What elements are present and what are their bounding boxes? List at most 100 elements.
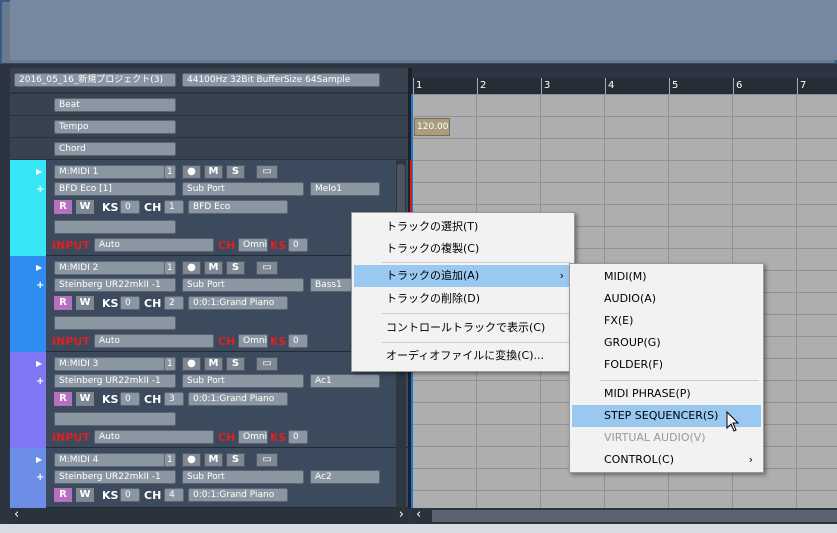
input-ks-value[interactable]: 0 <box>288 430 308 444</box>
scroll-left-icon[interactable]: ‹ <box>14 508 19 522</box>
write-button[interactable]: W <box>76 200 94 214</box>
submenu-folder[interactable]: FOLDER(F) <box>572 354 761 376</box>
submenu-control[interactable]: CONTROL(C) › <box>572 449 761 471</box>
track-midi-4[interactable]: ▶ + M:MIDI 4 1 ● M S ▭ Steinberg UR22mkI… <box>10 448 408 508</box>
track-port[interactable]: Sub Port <box>182 278 304 292</box>
mute-button[interactable]: M <box>204 357 223 371</box>
submenu-fx[interactable]: FX(E) <box>572 310 761 332</box>
track-device[interactable]: Steinberg UR22mkII -1 <box>54 374 176 388</box>
solo-button[interactable]: S <box>226 261 245 275</box>
timeline-ruler[interactable]: 1 2 3 4 5 6 7 <box>412 78 837 94</box>
ks-value[interactable]: 0 <box>120 488 140 502</box>
track-port[interactable]: Sub Port <box>182 374 304 388</box>
track-port[interactable]: Sub Port <box>182 182 304 196</box>
track-comment[interactable] <box>54 316 176 330</box>
menu-convert-audio[interactable]: オーディオファイルに変換(C)... <box>354 345 572 367</box>
ch-value[interactable]: 2 <box>164 296 184 310</box>
input-source[interactable]: Auto <box>94 334 214 348</box>
input-ks-value[interactable]: 0 <box>288 238 308 252</box>
mute-button[interactable]: M <box>204 165 223 179</box>
scroll-right-icon[interactable]: › <box>399 508 404 522</box>
audio-info[interactable]: 44100Hz 32Bit BufferSize 64Sample <box>182 73 380 87</box>
mute-button[interactable]: M <box>204 261 223 275</box>
record-button[interactable]: ● <box>182 357 201 371</box>
submenu-midi-phrase[interactable]: MIDI PHRASE(P) <box>572 383 761 405</box>
read-button[interactable]: R <box>54 392 72 406</box>
scroll-left-icon[interactable]: ‹ <box>416 508 421 522</box>
menu-show-control-track[interactable]: コントロールトラックで表示(C) <box>354 317 572 339</box>
input-source[interactable]: Auto <box>94 238 214 252</box>
omni-value[interactable]: Omni <box>238 334 268 348</box>
mute-button[interactable]: M <box>204 453 223 467</box>
write-button[interactable]: W <box>76 392 94 406</box>
read-button[interactable]: R <box>54 200 72 214</box>
menu-select-track[interactable]: トラックの選択(T) <box>354 216 572 238</box>
ch-value[interactable]: 4 <box>164 488 184 502</box>
expand-icon[interactable]: ▶ <box>36 167 42 176</box>
add-icon[interactable]: + <box>36 184 44 195</box>
record-button[interactable]: ● <box>182 453 201 467</box>
track-port[interactable]: Sub Port <box>182 470 304 484</box>
menu-add-track[interactable]: トラックの追加(A) › <box>354 265 572 287</box>
track-midi-1[interactable]: ▶ + M:MIDI 1 1 ● M S ▭ BFD Eco [1] Sub P… <box>10 160 408 256</box>
track-name[interactable]: M:MIDI 2 <box>54 261 166 275</box>
track-device[interactable]: BFD Eco [1] <box>54 182 176 196</box>
program-name[interactable]: 0:0:1:Grand Piano <box>188 296 288 310</box>
monitor-icon[interactable]: ▭ <box>256 165 278 179</box>
track-name[interactable]: M:MIDI 3 <box>54 357 166 371</box>
track-midi-2[interactable]: ▶ + M:MIDI 2 1 ● M S ▭ Steinberg UR22mkI… <box>10 256 408 352</box>
track-slot[interactable]: Ac2 <box>310 470 380 484</box>
track-midi-3[interactable]: ▶ + M:MIDI 3 1 ● M S ▭ Steinberg UR22mkI… <box>10 352 408 448</box>
ch-value[interactable]: 1 <box>164 200 184 214</box>
ks-value[interactable]: 0 <box>120 296 140 310</box>
left-horizontal-scrollbar[interactable]: ‹ › <box>10 508 408 524</box>
ch-value[interactable]: 3 <box>164 392 184 406</box>
control-track-tempo[interactable]: Tempo <box>10 116 408 138</box>
track-name[interactable]: M:MIDI 4 <box>54 453 166 467</box>
add-icon[interactable]: + <box>36 376 44 387</box>
input-ks-value[interactable]: 0 <box>288 334 308 348</box>
solo-button[interactable]: S <box>226 165 245 179</box>
record-button[interactable]: ● <box>182 165 201 179</box>
ks-value[interactable]: 0 <box>120 392 140 406</box>
omni-value[interactable]: Omni <box>238 238 268 252</box>
read-button[interactable]: R <box>54 296 72 310</box>
omni-value[interactable]: Omni <box>238 430 268 444</box>
track-slot[interactable]: Melo1 <box>310 182 380 196</box>
track-device[interactable]: Steinberg UR22mkII -1 <box>54 470 176 484</box>
solo-button[interactable]: S <box>226 453 245 467</box>
submenu-audio[interactable]: AUDIO(A) <box>572 288 761 310</box>
submenu-group[interactable]: GROUP(G) <box>572 332 761 354</box>
program-name[interactable]: BFD Eco <box>188 200 288 214</box>
program-name[interactable]: 0:0:1:Grand Piano <box>188 488 288 502</box>
project-name[interactable]: 2016_05_16_新規プロジェクト(3) <box>14 73 176 87</box>
add-icon[interactable]: + <box>36 472 44 483</box>
control-track-beat[interactable]: Beat <box>10 94 408 116</box>
submenu-midi[interactable]: MIDI(M) <box>572 266 761 288</box>
add-icon[interactable]: + <box>36 280 44 291</box>
menu-delete-track[interactable]: トラックの削除(D) <box>354 288 572 310</box>
control-track-chord[interactable]: Chord <box>10 138 408 160</box>
monitor-icon[interactable]: ▭ <box>256 357 278 371</box>
expand-icon[interactable]: ▶ <box>36 263 42 272</box>
tempo-event[interactable]: 120.00 <box>414 118 450 136</box>
monitor-icon[interactable]: ▭ <box>256 453 278 467</box>
write-button[interactable]: W <box>76 488 94 502</box>
input-source[interactable]: Auto <box>94 430 214 444</box>
horizontal-scroll-thumb[interactable] <box>432 510 837 522</box>
read-button[interactable]: R <box>54 488 72 502</box>
solo-button[interactable]: S <box>226 357 245 371</box>
write-button[interactable]: W <box>76 296 94 310</box>
record-button[interactable]: ● <box>182 261 201 275</box>
track-slot[interactable]: Ac1 <box>310 374 380 388</box>
ks-value[interactable]: 0 <box>120 200 140 214</box>
track-comment[interactable] <box>54 220 176 234</box>
track-name[interactable]: M:MIDI 1 <box>54 165 166 179</box>
expand-icon[interactable]: ▶ <box>36 455 42 464</box>
track-device[interactable]: Steinberg UR22mkII -1 <box>54 278 176 292</box>
monitor-icon[interactable]: ▭ <box>256 261 278 275</box>
menu-duplicate-track[interactable]: トラックの複製(C) <box>354 238 572 260</box>
track-comment[interactable] <box>54 412 176 426</box>
program-name[interactable]: 0:0:1:Grand Piano <box>188 392 288 406</box>
expand-icon[interactable]: ▶ <box>36 359 42 368</box>
